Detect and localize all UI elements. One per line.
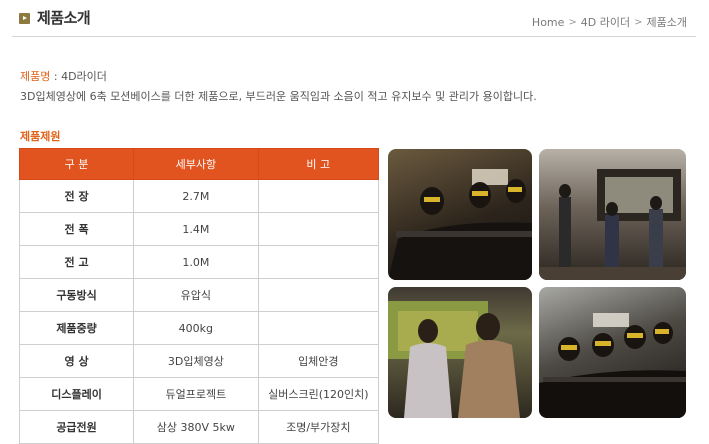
- spec-header-note: 비 고: [257, 148, 380, 180]
- product-description: 3D입체영상에 6축 모션베이스를 더한 제품으로, 부드러운 움직임과 소음이…: [20, 90, 537, 103]
- table-row: 공급전원 삼상 380V 5kw 조명/부가장치: [18, 410, 380, 444]
- product-name-label: 제품명: [20, 70, 51, 83]
- table-row: 디스플레이 듀얼프로젝트 실버스크린(120인치): [18, 377, 380, 411]
- spec-header-detail: 세부사항: [133, 148, 259, 180]
- spec-detail: 400kg: [133, 311, 259, 345]
- table-row: 영 상 3D입체영상 입체안경: [18, 344, 380, 378]
- spec-detail: 3D입체영상: [133, 344, 259, 378]
- spec-category: 제품중량: [18, 311, 135, 345]
- spec-note: [257, 179, 380, 213]
- breadcrumb-current: 제품소개: [646, 16, 687, 29]
- spec-note: 조명/부가장치: [257, 410, 380, 444]
- spec-table: 구 분 세부사항 비 고 전 장 2.7M 전 폭 1.4M 전 고 1.0M …: [18, 148, 380, 444]
- spec-category: 영 상: [18, 344, 135, 378]
- spec-note: [257, 311, 380, 345]
- spec-section-title: 제품제원: [20, 130, 61, 143]
- product-photo-screen-viewers: [388, 287, 532, 418]
- product-name-value: : 4D라이더: [50, 70, 107, 83]
- spec-detail: 1.0M: [133, 245, 259, 279]
- chevron-right-icon: >: [634, 16, 643, 28]
- breadcrumb-home[interactable]: Home: [532, 16, 564, 29]
- page-header: 제품소개 Home > 4D 라이더 > 제품소개: [0, 0, 709, 40]
- spec-header-category: 구 분: [18, 148, 135, 180]
- spec-note: 입체안경: [257, 344, 380, 378]
- table-row: 제품중량 400kg: [18, 311, 380, 345]
- spec-detail: 유압식: [133, 278, 259, 312]
- spec-category: 디스플레이: [18, 377, 135, 411]
- spec-detail: 듀얼프로젝트: [133, 377, 259, 411]
- header-divider: [12, 36, 696, 37]
- table-row: 전 장 2.7M: [18, 179, 380, 213]
- spec-detail: 삼상 380V 5kw: [133, 410, 259, 444]
- product-photo-riders: [388, 149, 532, 280]
- spec-note: [257, 245, 380, 279]
- spec-note: 실버스크린(120인치): [257, 377, 380, 411]
- table-row: 구동방식 유압식: [18, 278, 380, 312]
- product-intro: 제품명 : 4D라이더 3D입체영상에 6축 모션베이스를 더한 제품으로, 부…: [20, 67, 537, 107]
- spec-detail: 2.7M: [133, 179, 259, 213]
- table-row: 전 폭 1.4M: [18, 212, 380, 246]
- breadcrumb: Home > 4D 라이더 > 제품소개: [532, 14, 687, 30]
- spec-category: 전 고: [18, 245, 135, 279]
- spec-note: [257, 212, 380, 246]
- spec-category: 공급전원: [18, 410, 135, 444]
- page-title: 제품소개: [37, 9, 91, 27]
- product-name-line: 제품명 : 4D라이더: [20, 67, 537, 87]
- breadcrumb-4d-rider[interactable]: 4D 라이더: [581, 14, 630, 30]
- chevron-right-icon: >: [568, 16, 577, 28]
- spec-category: 구동방식: [18, 278, 135, 312]
- product-photo-ride-seats: [539, 287, 686, 418]
- title-arrow-icon: [19, 13, 30, 24]
- spec-header-row: 구 분 세부사항 비 고: [18, 148, 380, 180]
- product-photo-showroom: [539, 149, 686, 280]
- spec-category: 전 장: [18, 179, 135, 213]
- spec-category: 전 폭: [18, 212, 135, 246]
- table-row: 전 고 1.0M: [18, 245, 380, 279]
- spec-note: [257, 278, 380, 312]
- spec-detail: 1.4M: [133, 212, 259, 246]
